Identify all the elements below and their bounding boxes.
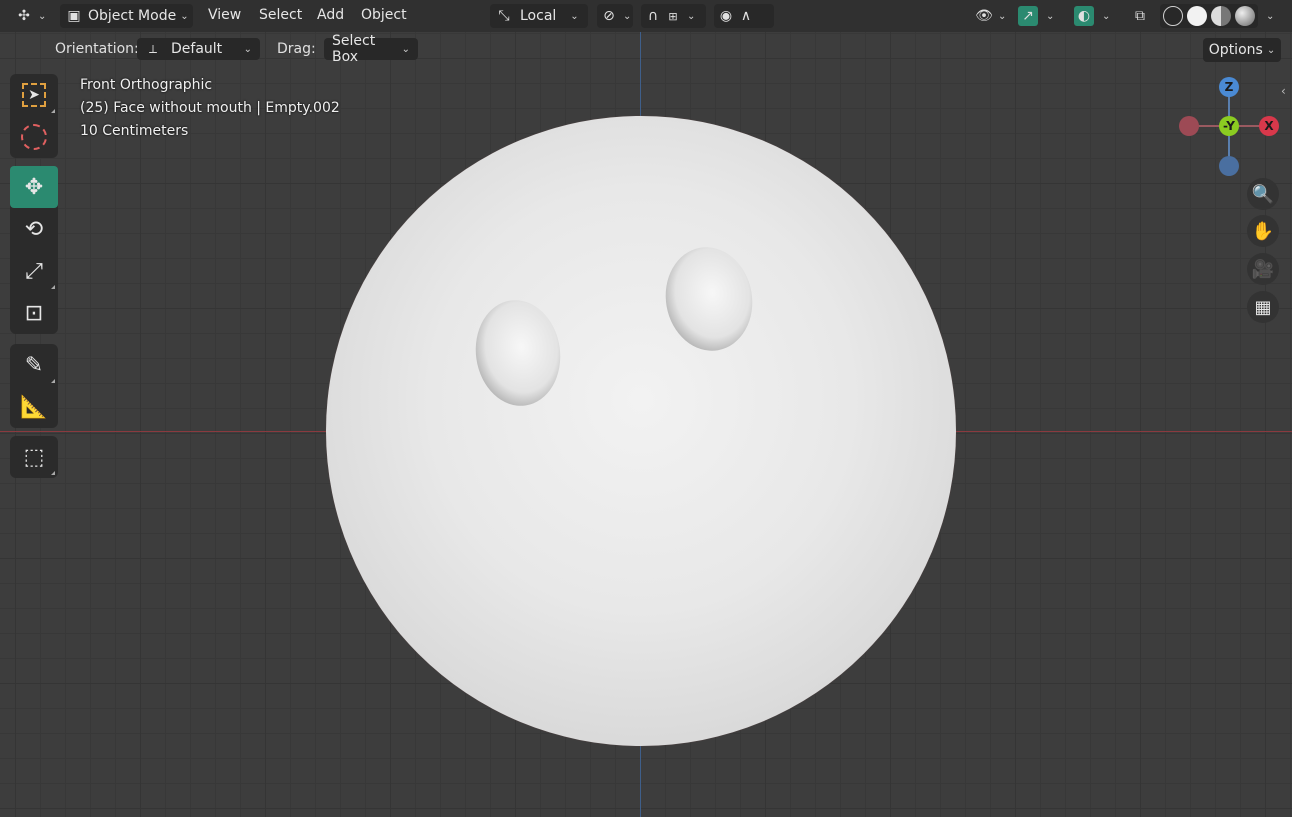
- magnet-icon[interactable]: ∩: [643, 6, 663, 26]
- annotate-tool[interactable]: ✎: [10, 344, 58, 386]
- move-icon: ✥: [24, 174, 44, 200]
- right-eye: [657, 240, 761, 358]
- pivot-point-dropdown[interactable]: ⊘ ⌄: [597, 4, 633, 28]
- mode-dropdown[interactable]: ▣ Object Mode ⌄: [60, 4, 193, 28]
- camera-icon: 🎥: [1251, 258, 1275, 280]
- object-mode-icon: ▣: [67, 8, 81, 24]
- rotate-tool[interactable]: ⟲: [10, 208, 58, 250]
- drag-label: Drag:: [277, 41, 316, 57]
- camera-view-button[interactable]: 🎥: [1247, 253, 1279, 285]
- cursor-tool[interactable]: [10, 116, 58, 158]
- zoom-icon: 🔍: [1251, 183, 1275, 205]
- options-label: Options: [1208, 42, 1263, 58]
- menu-add[interactable]: Add: [317, 7, 344, 23]
- mode-label: Object Mode: [88, 8, 177, 24]
- toolbar-group-transform: ✥ ⟲ ⤢ ⊡: [10, 166, 58, 334]
- face-sphere-object[interactable]: [326, 116, 956, 746]
- solid-shading-icon[interactable]: [1187, 6, 1207, 26]
- toolbar-group-add: ⬚: [10, 436, 58, 478]
- transform-tool[interactable]: ⊡: [10, 292, 58, 334]
- orientation-value: Local: [520, 8, 557, 24]
- orientation-icon: ⤡: [498, 8, 510, 24]
- rendered-shading-icon[interactable]: [1235, 6, 1255, 26]
- transform-axes-icon: ✣: [18, 8, 30, 24]
- overlay-icon: ◐: [1074, 6, 1094, 26]
- orientation-label: Orientation:: [55, 41, 139, 57]
- left-eye: [469, 294, 567, 412]
- xray-toggle[interactable]: ⧉: [1130, 4, 1152, 28]
- zoom-button[interactable]: 🔍: [1247, 178, 1279, 210]
- circle-dot-icon[interactable]: ◉: [716, 6, 736, 26]
- cursor-icon: [21, 124, 47, 150]
- snap-controls[interactable]: ∩ ⊞ ⌄: [641, 4, 706, 28]
- measure-icon: 📐: [20, 394, 48, 420]
- proportional-editing[interactable]: ◉ ∧: [714, 4, 774, 28]
- pan-button[interactable]: ✋: [1247, 215, 1279, 247]
- select-box-tool[interactable]: ➤: [10, 74, 58, 116]
- scale-tool[interactable]: ⤢: [10, 250, 58, 292]
- toolbar-group-annotate: ✎ 📐: [10, 344, 58, 428]
- gizmo-z-axis[interactable]: Z: [1219, 77, 1239, 97]
- smooth-curve-icon[interactable]: ∧: [736, 6, 756, 26]
- gizmo-icon: ↗: [1018, 6, 1038, 26]
- wireframe-shading-icon[interactable]: [1163, 6, 1183, 26]
- move-tool[interactable]: ✥: [10, 166, 58, 208]
- measure-tool[interactable]: 📐: [10, 386, 58, 428]
- gizmo-x-axis[interactable]: X: [1259, 116, 1279, 136]
- gizmo-z-label: Z: [1224, 80, 1234, 94]
- ortho-toggle-button[interactable]: ▦: [1247, 291, 1279, 323]
- scale-icon: ⤢: [25, 258, 43, 284]
- gizmo-y-label: -Y: [1223, 119, 1235, 133]
- add-cube-icon: ⬚: [23, 444, 45, 470]
- shading-options-dropdown[interactable]: ⌄: [1262, 4, 1282, 28]
- viewport-header: ✣ ⌄ ▣ Object Mode ⌄ View Select Add Objec…: [0, 0, 1292, 32]
- 3d-viewport[interactable]: [0, 0, 1292, 817]
- navigation-gizmo[interactable]: Z -Y X: [1176, 76, 1282, 180]
- tool-settings-bar: Orientation: ⟂ Default ⌄ Drag: Select Bo…: [0, 33, 1292, 65]
- gizmo-neg-x-axis[interactable]: [1179, 116, 1199, 136]
- orientation-value: Default: [171, 41, 223, 57]
- drag-dropdown[interactable]: Select Box ⌄: [324, 33, 418, 65]
- increment-icon[interactable]: ⊞: [663, 6, 683, 26]
- view-name-text: Front Orthographic: [80, 77, 213, 93]
- visibility-dropdown[interactable]: 👁 ⌄: [974, 4, 1010, 28]
- gizmo-neg-z-axis[interactable]: [1219, 156, 1239, 176]
- drag-value: Select Box: [332, 33, 376, 65]
- gizmo-toggle[interactable]: ↗ ⌄: [1018, 4, 1064, 28]
- options-dropdown[interactable]: Options ⌄: [1203, 38, 1281, 62]
- scale-text: 10 Centimeters: [80, 123, 189, 139]
- eye-icon: 👁: [975, 8, 993, 24]
- toolbar-group-select: ➤: [10, 74, 58, 158]
- transform-icon: ⊡: [24, 300, 44, 326]
- editor-type-button[interactable]: ✣ ⌄: [14, 4, 50, 28]
- gizmo-x-label: X: [1264, 119, 1274, 133]
- menu-select[interactable]: Select: [259, 7, 302, 23]
- sidebar-toggle-icon[interactable]: ‹: [1281, 84, 1286, 98]
- select-box-icon: ➤: [22, 83, 46, 107]
- transform-orientation-dropdown[interactable]: ⤡ Local ⌄: [490, 4, 588, 28]
- grid-icon: ▦: [1254, 296, 1272, 318]
- overlay-toggle[interactable]: ◐ ⌄: [1074, 4, 1120, 28]
- xray-icon: ⧉: [1135, 8, 1145, 24]
- link-icon: ⊘: [603, 8, 615, 24]
- add-cube-tool[interactable]: ⬚: [10, 436, 58, 478]
- rotate-icon: ⟲: [24, 216, 44, 242]
- menu-object[interactable]: Object: [361, 7, 407, 23]
- object-info-text: (25) Face without mouth | Empty.002: [80, 100, 340, 116]
- material-shading-icon[interactable]: [1211, 6, 1231, 26]
- hand-pan-icon: ✋: [1251, 220, 1275, 242]
- menu-view[interactable]: View: [208, 7, 241, 23]
- gizmo-y-axis[interactable]: -Y: [1219, 116, 1239, 136]
- axes-icon: ⟂: [148, 41, 157, 56]
- orientation-dropdown[interactable]: ⟂ Default ⌄: [137, 38, 260, 60]
- annotate-icon: ✎: [24, 352, 44, 378]
